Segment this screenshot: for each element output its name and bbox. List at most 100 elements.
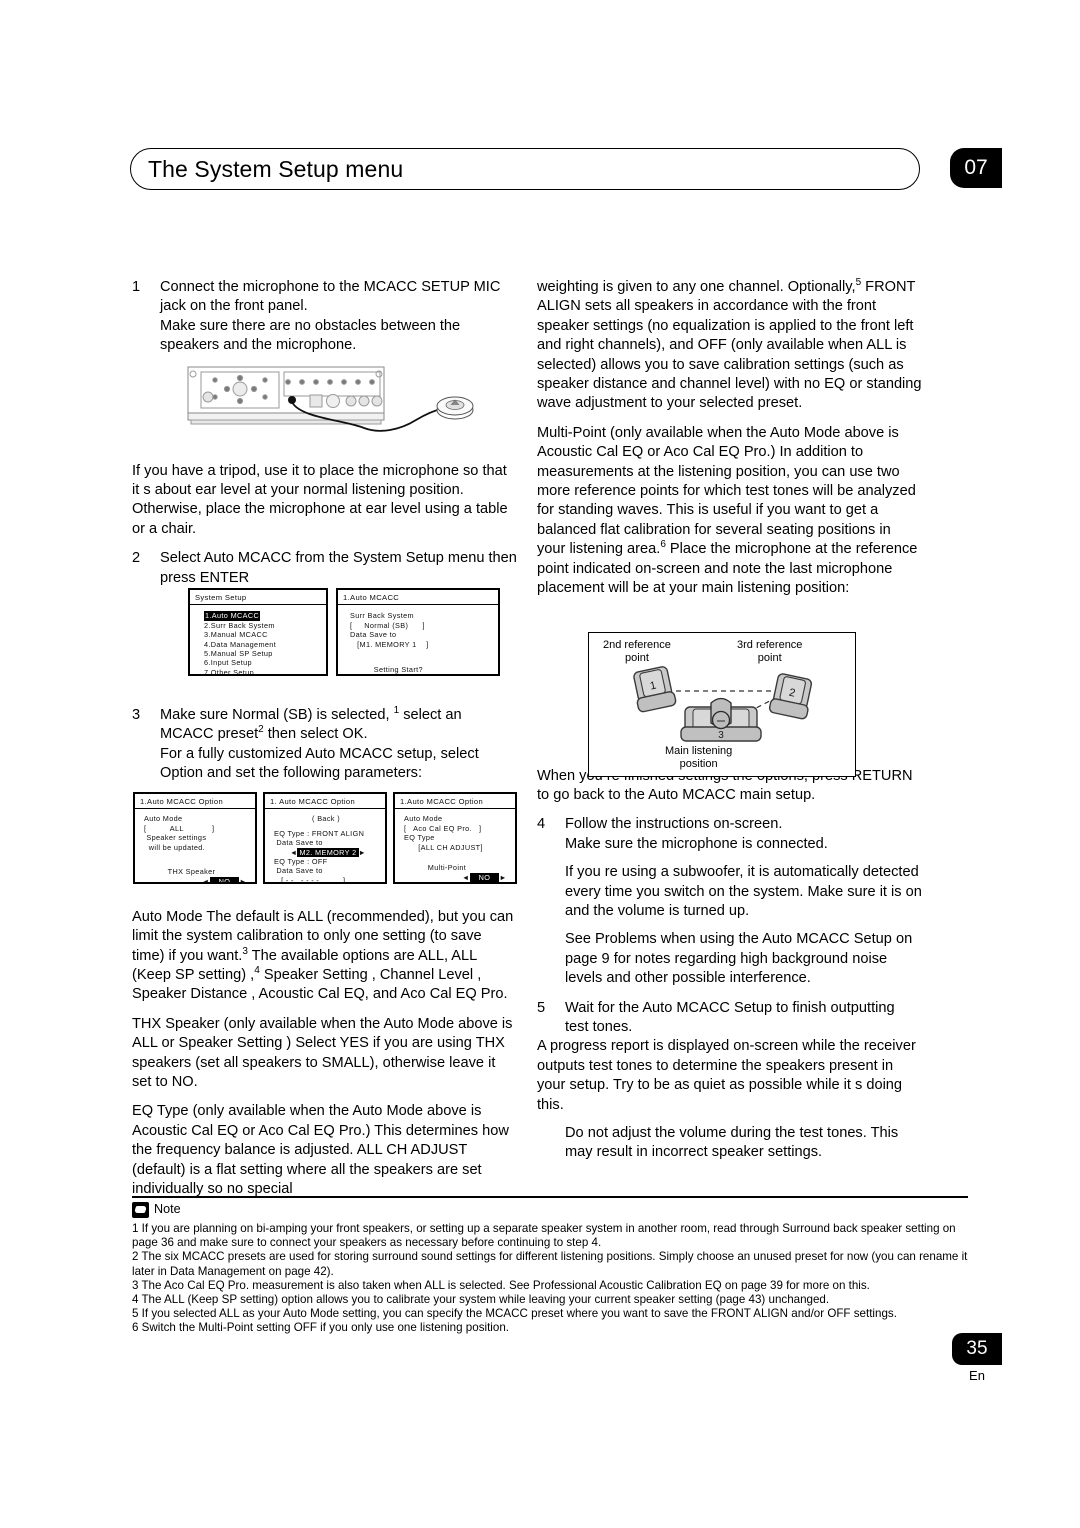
multipoint-paragraph: Multi-Point (only available when the Aut… [537,424,922,599]
step-1-subtext: Make sure there are no obstacles between… [160,317,461,354]
step-2-text: Select Auto MCACC from the System Setup … [160,550,517,586]
microphone-illustration [436,396,474,420]
osd-system-setup-title: System Setup [190,590,326,606]
step-3-number: 3 [132,707,141,724]
step-5-subtext-2: Do not adjust the volume during the test… [565,1125,899,1161]
osd-option-3-multipoint-value[interactable]: NO [469,872,500,882]
osd-data-save-to-label: Data Save to [350,630,397,640]
step-3-text-c: then select OK. [263,726,368,743]
multipoint-text-a: Multi-Point (only available when the Aut… [537,424,916,558]
weighting-text-b: FRONT ALIGN sets all speakers in accorda… [537,279,922,412]
auto-mode-paragraph: Auto Mode The default is ALL (recommende… [132,908,517,1005]
osd-option-1-hint-2: will be updated. [144,842,206,852]
step-1-text: Connect the microphone to the MCACC SETU… [160,279,501,315]
osd-system-setup-body: 1.Auto MCACC 2.Surr Back System 3.Manual… [190,605,326,674]
osd-option-2-eq-type-1[interactable]: EQ Type : FRONT ALIGN [274,829,379,838]
osd-auto-mcacc-option-3: 1.Auto MCACC Option Auto Mode [ Aco Cal … [393,792,517,884]
chapter-badge: 07 [950,148,1002,188]
step-4-subtext-1: Make sure the microphone is connected. [565,835,828,852]
armchair-2: 2 [768,673,813,720]
step-4: 4 Follow the instructions on-screen. Mak… [537,815,922,988]
receiver-front-panel-figure [168,362,488,448]
notes-list: 1 If you are planning on bi-amping your … [132,1222,968,1336]
thx-speaker-paragraph: THX Speaker (only available when the Aut… [132,1015,513,1090]
osd-surr-back-system-label: Surr Back System [350,611,414,621]
notes-divider [132,1196,968,1198]
osd-surr-back-system-value[interactable]: [ Normal (SB) ] [350,621,492,630]
step-3-subtext: For a fully customized Auto MCACC setup,… [160,745,479,782]
tripod-paragraph: If you have a tripod, use it to place th… [132,462,508,537]
step-5-text: Wait for the Auto MCACC Setup to finish … [565,999,895,1035]
note-item-6: 6 Switch the Multi-Point setting OFF if … [132,1321,509,1335]
receiver-illustration-svg [187,366,474,432]
step-5-subtext-1: A progress report is displayed on-screen… [537,1038,916,1113]
osd-option-3-multipoint-label: Multi-Point [427,863,467,873]
step-5: 5 Wait for the Auto MCACC Setup to finis… [537,999,922,1163]
osd-option-3-auto-mode-label: Auto Mode [404,814,443,824]
step-3-text-a: Make sure Normal (SB) is selected, [160,707,394,724]
osd-option-2-title: 1. Auto MCACC Option [265,794,385,810]
page-language-label: En [969,1368,985,1383]
note-item-3: 3 The Aco Cal EQ Pro. measurement is als… [132,1278,870,1292]
osd-option-3-auto-mode-value[interactable]: [ Aco Cal EQ Pro. ] [404,824,509,833]
page-number-badge: 35 [952,1333,1002,1365]
label-3rd-reference-point: 3rd reference point [737,639,803,664]
osd-auto-mcacc-title: 1.Auto MCACC [338,590,498,606]
osd-option-2-data-save-2-value[interactable]: [ - - . - - - - ] [274,876,379,882]
weighting-text-a: weighting is given to any one channel. O… [537,279,856,295]
osd-system-setup: System Setup 1.Auto MCACC 2.Surr Back Sy… [188,588,328,676]
step-3: 3 Make sure Normal (SB) is selected, 1 s… [132,706,517,784]
eq-type-paragraph: EQ Type (only available when the Auto Mo… [132,1103,509,1197]
notes-section: Note 1 If you are planning on bi-amping … [132,1196,968,1336]
step-1: 1 Connect the microphone to the MCACC SE… [132,278,517,356]
listening-position-figure: 1 2 3 2nd reference point 3rd reference … [588,632,856,777]
osd-menu-item-manual-sp-setup[interactable]: 5.Manual SP Setup [204,649,320,658]
step-5-number: 5 [537,999,546,1016]
osd-menu-item-auto-mcacc[interactable]: 1.Auto MCACC [204,611,261,621]
document-page: The System Setup menu 07 1 Connect the m… [0,0,1080,1528]
note-item-5: 5 If you selected ALL as your Auto Mode … [132,1307,897,1321]
osd-option-1-hint-1: Speaker settings [144,833,207,843]
osd-option-2-back-button[interactable]: ( Back ) [274,814,378,823]
step-4-subtext-2: If you re using a subwoofer, it is autom… [565,864,922,919]
osd-option-2-data-save-2: Data Save to [274,866,323,876]
osd-auto-mcacc-option-1: 1.Auto MCACC Option Auto Mode [ ALL ] Sp… [133,792,257,884]
armchair-1: 1 [633,666,677,713]
osd-menu-item-other-setup[interactable]: 7.Other Setup [204,668,320,674]
step-4-subtext-3: See Problems when using the Auto MCACC S… [565,931,913,987]
pencil-icon [132,1202,149,1218]
osd-menu-item-input-setup[interactable]: 6.Input Setup [204,658,320,667]
osd-option-1-auto-mode-label: Auto Mode [144,814,183,824]
note-item-4: 4 The ALL (Keep SP setting) option allow… [132,1293,830,1307]
osd-option-3-title: 1.Auto MCACC Option [395,794,515,810]
osd-menu-item-data-management[interactable]: 4.Data Management [204,640,320,649]
osd-option-3-body: Auto Mode [ Aco Cal EQ Pro. ] EQ Type [A… [395,809,515,882]
osd-option-1-title: 1.Auto MCACC Option [135,794,255,810]
label-main-listening-position: Main listening position [665,745,733,770]
osd-auto-mcacc-body: Surr Back System [ Normal (SB) ] Data Sa… [338,605,498,676]
label-2nd-reference-point: 2nd reference point [603,639,671,664]
step-1-number: 1 [132,279,141,295]
weighting-paragraph: weighting is given to any one channel. O… [537,278,922,414]
page-title: The System Setup menu [148,156,404,182]
osd-option-2-body: ( Back ) EQ Type : FRONT ALIGN Data Save… [265,809,385,882]
osd-option-2-eq-type-2[interactable]: EQ Type : OFF [274,857,379,866]
osd-option-2-memory-value[interactable]: M2. MEMORY 2 [297,847,359,858]
osd-option-3-eq-type-value[interactable]: [ALL CH ADJUST] [404,843,509,852]
step-4-number: 4 [537,816,546,833]
osd-option-1-thx-value[interactable]: NO [209,876,240,882]
osd-option-1-body: Auto Mode [ ALL ] Speaker settings will … [135,809,255,882]
step-2-number: 2 [132,550,141,567]
step-4-text: Follow the instructions on-screen. [565,816,783,833]
osd-option-2-data-save-1: Data Save to [274,838,323,848]
osd-data-save-to-value[interactable]: [M1. MEMORY 1 ] [350,640,492,649]
osd-option-3-eq-type-label: EQ Type [404,833,435,843]
osd-auto-mcacc: 1.Auto MCACC Surr Back System [ Normal (… [336,588,500,676]
osd-menu-item-surr-back[interactable]: 2.Surr Back System [204,621,320,630]
osd-setting-start-ok-button[interactable]: OK [430,675,443,676]
listener-figure [710,697,732,730]
osd-menu-item-manual-mcacc[interactable]: 3.Manual MCACC [204,630,320,639]
svg-text:3: 3 [718,730,724,741]
notes-title: Note [154,1202,181,1216]
osd-option-1-auto-mode-value[interactable]: [ ALL ] [144,824,249,833]
